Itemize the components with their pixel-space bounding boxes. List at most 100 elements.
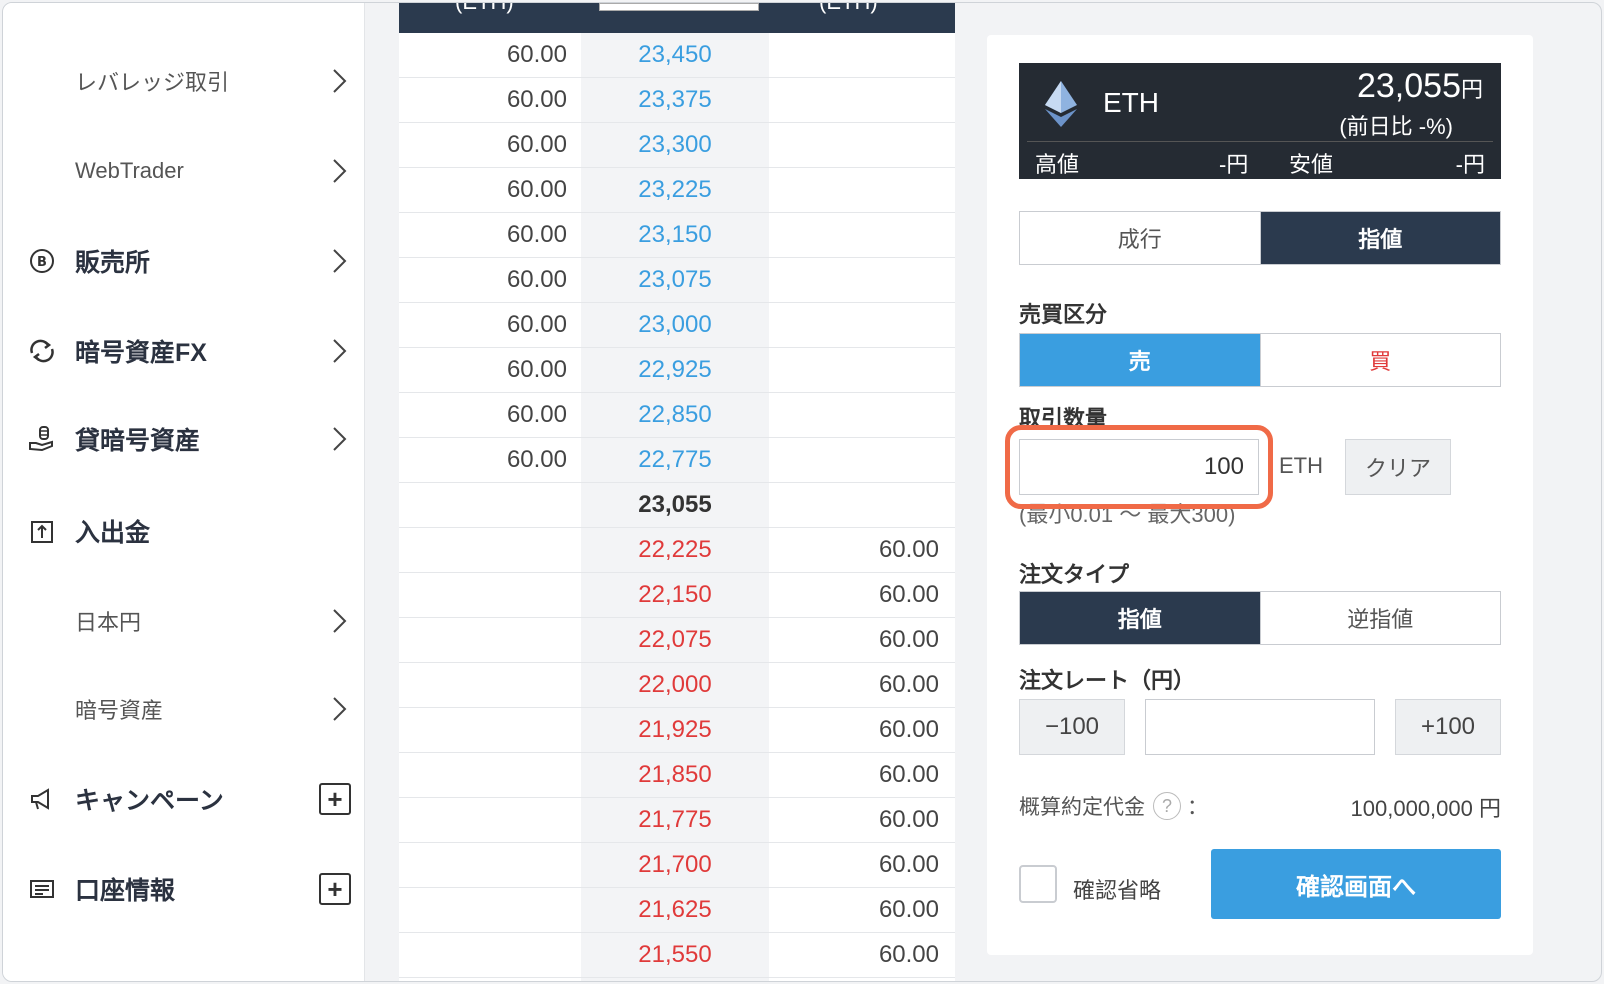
bid-row[interactable]: 21,700 60.00 [399, 843, 955, 888]
sidebar-item-label: WebTrader [75, 158, 184, 183]
sidebar-item-leverage[interactable]: レバレッジ取引 [3, 51, 365, 111]
tab-type-limit[interactable]: 指値 [1020, 592, 1260, 644]
expand-plus-icon[interactable]: + [319, 783, 351, 815]
low-label: 安値 [1289, 152, 1334, 177]
bid-price: 22,225 [638, 536, 712, 563]
confirm-button[interactable]: 確認画面へ [1211, 849, 1501, 919]
ask-row[interactable]: 60.00 23,150 [399, 213, 955, 258]
chevron-right-icon [333, 697, 347, 721]
ask-row[interactable]: 60.00 23,300 [399, 123, 955, 168]
sidebar-item-crypto-fx[interactable]: 暗号資産FX [3, 321, 365, 381]
bid-row[interactable]: 22,075 60.00 [399, 618, 955, 663]
bid-price: 21,550 [638, 941, 712, 968]
estimate-colon: ： [1187, 796, 1208, 819]
sidebar-item-label: 販売所 [75, 249, 151, 277]
ask-qty: 60.00 [506, 266, 567, 293]
ask-row[interactable]: 60.00 23,075 [399, 258, 955, 303]
ticker-change: (前日比 -%) [1339, 114, 1453, 139]
chevron-right-icon [333, 609, 347, 633]
bitcoin-circle-icon: B [27, 246, 57, 276]
order-book: (ETH) (ETH) 60.00 23,450 60.00 23,375 60.0… [399, 3, 955, 981]
ask-row[interactable]: 60.00 23,225 [399, 168, 955, 213]
bid-qty: 60.00 [878, 806, 939, 833]
bid-price: 21,700 [638, 851, 712, 878]
sidebar-item-jpy[interactable]: 日本円 [3, 591, 365, 651]
ask-qty: 60.00 [506, 221, 567, 248]
bid-row[interactable]: 21,550 60.00 [399, 933, 955, 978]
ask-qty: 60.00 [506, 446, 567, 473]
skip-confirm-checkbox[interactable] [1019, 865, 1057, 903]
sidebar-item-label: 口座情報 [75, 877, 176, 905]
ethereum-icon [1045, 81, 1077, 127]
rate-plus-button[interactable]: +100 [1395, 699, 1501, 755]
bid-qty: 60.00 [878, 716, 939, 743]
ask-row[interactable]: 60.00 23,000 [399, 303, 955, 348]
bid-row[interactable]: 21,925 60.00 [399, 708, 955, 753]
ask-row[interactable]: 60.00 23,450 [399, 33, 955, 78]
ticker-divider [1027, 141, 1493, 142]
ask-qty: 60.00 [506, 401, 567, 428]
ask-price: 23,150 [638, 221, 712, 248]
bid-row[interactable]: 21,625 60.00 [399, 888, 955, 933]
sidebar-item-exchange[interactable]: B 販売所 [3, 231, 365, 291]
sidebar-item-label: 暗号資産FX [75, 339, 207, 367]
sidebar-item-label: レバレッジ取引 [75, 70, 230, 95]
tab-market-order[interactable]: 成行 [1020, 212, 1260, 264]
ask-price: 23,375 [638, 86, 712, 113]
highlight-box [1005, 425, 1273, 509]
ticker-symbol: ETH [1103, 87, 1159, 118]
price-value: 23,055 [1356, 67, 1461, 105]
sidebar-item-label: 暗号資産 [75, 698, 164, 723]
bid-row[interactable]: 22,150 60.00 [399, 573, 955, 618]
ask-row[interactable]: 60.00 22,925 [399, 348, 955, 393]
sell-button[interactable]: 売 [1020, 334, 1260, 386]
bid-row[interactable]: 21,850 60.00 [399, 753, 955, 798]
sidebar-item-campaign[interactable]: キャンペーン + [3, 769, 365, 829]
tab-limit-order[interactable]: 指値 [1259, 212, 1500, 264]
id-card-icon [27, 874, 57, 904]
qty-unit: ETH [1279, 453, 1323, 478]
high-value: -円 [1219, 152, 1249, 177]
ask-row[interactable]: 60.00 23,375 [399, 78, 955, 123]
expand-plus-icon[interactable]: + [319, 873, 351, 905]
clear-button[interactable]: クリア [1345, 439, 1451, 495]
rate-input[interactable] [1145, 699, 1375, 755]
ask-qty: 60.00 [506, 311, 567, 338]
bid-row[interactable]: 22,225 60.00 [399, 528, 955, 573]
sidebar-item-account-info[interactable]: 口座情報 + [3, 859, 365, 919]
sidebar-item-webtrader[interactable]: WebTrader [3, 141, 365, 201]
sidebar-item-deposit-withdraw[interactable]: 入出金 [3, 501, 365, 561]
high-label: 高値 [1035, 152, 1080, 177]
bid-qty: 60.00 [878, 941, 939, 968]
ask-price: 23,450 [638, 41, 712, 68]
sidebar-item-label: 日本円 [75, 610, 142, 635]
ask-price: 23,225 [638, 176, 712, 203]
price-unit: 円 [1460, 77, 1483, 102]
current-price: 23,055 [638, 491, 712, 518]
skip-confirm-label: 確認省略 [1073, 878, 1162, 903]
bid-price: 22,075 [638, 626, 712, 653]
ask-price: 22,850 [638, 401, 712, 428]
bid-qty: 60.00 [878, 626, 939, 653]
ask-row[interactable]: 60.00 22,775 [399, 438, 955, 483]
sidebar-item-lending[interactable]: 貸暗号資産 [3, 409, 365, 469]
bid-price: 21,625 [638, 896, 712, 923]
rate-minus-button[interactable]: −100 [1019, 699, 1125, 755]
bid-price: 22,000 [638, 671, 712, 698]
tab-type-stop[interactable]: 逆指値 [1259, 592, 1501, 644]
ask-price: 23,000 [638, 311, 712, 338]
buy-button[interactable]: 買 [1259, 334, 1501, 386]
ask-qty: 60.00 [506, 131, 567, 158]
help-icon[interactable]: ? [1153, 792, 1181, 820]
bid-qty: 60.00 [878, 536, 939, 563]
ask-row[interactable]: 60.00 22,850 [399, 393, 955, 438]
ask-price: 23,075 [638, 266, 712, 293]
sidebar-item-crypto-assets[interactable]: 暗号資産 [3, 679, 365, 739]
chevron-right-icon [333, 427, 347, 451]
bid-row[interactable]: 22,000 60.00 [399, 663, 955, 708]
ask-price: 22,775 [638, 446, 712, 473]
bid-row[interactable]: 21,775 60.00 [399, 798, 955, 843]
estimate-label-group: 概算約定代金 ? ： [1019, 791, 1208, 821]
svg-text:B: B [37, 255, 47, 270]
low-value: -円 [1455, 152, 1485, 177]
